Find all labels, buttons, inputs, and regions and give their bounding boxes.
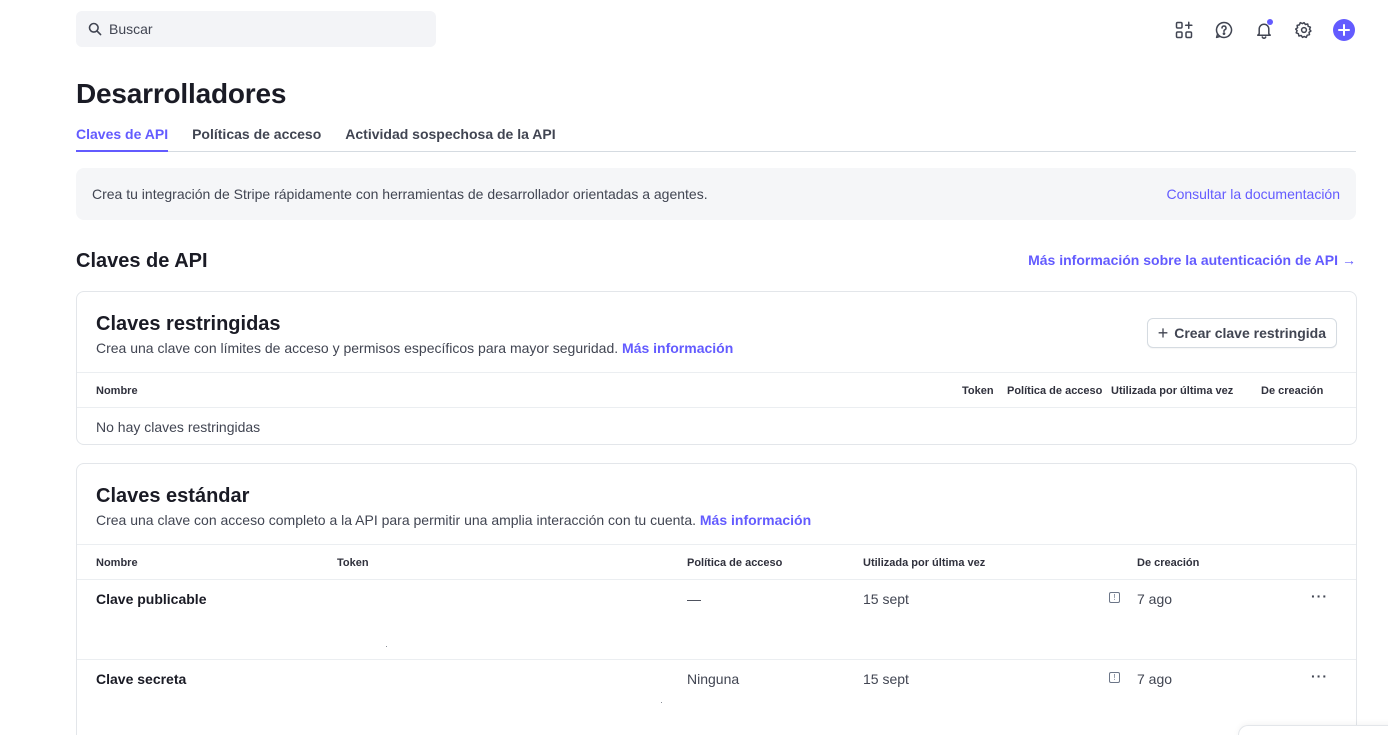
column-header-last-used: Utilizada por última vez — [863, 557, 986, 569]
restricted-table-header: Nombre Token Política de acceso Utilizad… — [77, 372, 1356, 408]
column-header-access-policy: Política de acceso — [1007, 385, 1103, 397]
gear-icon[interactable] — [1292, 18, 1316, 42]
key-name: Clave secreta — [96, 671, 187, 687]
page: Desarrolladores Claves de API Políticas … — [0, 0, 1388, 735]
top-toolbar — [1172, 18, 1356, 42]
token-redaction-mark — [661, 702, 662, 703]
create-restricted-key-label: Crear clave restringida — [1174, 325, 1326, 341]
tab-bar: Claves de API Políticas de acceso Activi… — [76, 124, 1356, 152]
column-header-name: Nombre — [96, 385, 138, 397]
info-icon[interactable]: ! — [1109, 672, 1120, 683]
tab-suspicious-activity[interactable]: Actividad sospechosa de la API — [345, 124, 555, 152]
info-banner: Crea tu integración de Stripe rápidament… — [76, 168, 1356, 220]
column-header-last-used: Utilizada por última vez — [1111, 385, 1234, 397]
column-header-token: Token — [337, 557, 369, 569]
table-row[interactable]: Clave publicable — 15 sept ! 7 ago ··· — [77, 580, 1356, 660]
plus-icon — [1333, 19, 1355, 41]
arrow-right-icon: → — [1342, 252, 1356, 268]
tab-access-policies[interactable]: Políticas de acceso — [192, 124, 321, 152]
row-actions-icon[interactable]: ··· — [1311, 668, 1328, 684]
bell-icon[interactable] — [1252, 18, 1276, 42]
standard-more-info-link[interactable]: Más información — [700, 512, 811, 528]
standard-keys-description: Crea una clave con acceso completo a la … — [96, 512, 1337, 528]
section-title: Claves de API — [76, 250, 208, 272]
apps-add-icon[interactable] — [1172, 18, 1196, 42]
restricted-keys-card: Claves restringidas Crea una clave con l… — [76, 291, 1357, 445]
column-header-created: De creación — [1261, 385, 1324, 397]
standard-keys-description-text: Crea una clave con acceso completo a la … — [96, 512, 696, 528]
key-access-policy: Ninguna — [687, 671, 740, 687]
api-auth-info-label: Más información sobre la autenticación d… — [1028, 252, 1338, 268]
restricted-keys-header: Claves restringidas Crea una clave con l… — [77, 292, 1356, 372]
column-header-created: De creación — [1137, 557, 1200, 569]
key-name: Clave publicable — [96, 591, 207, 607]
key-last-used: 15 sept — [863, 591, 909, 607]
api-auth-info-link[interactable]: Más información sobre la autenticación d… — [1028, 252, 1356, 268]
notification-dot — [1267, 19, 1273, 25]
column-header-token: Token — [962, 385, 994, 397]
column-header-access-policy: Política de acceso — [687, 557, 783, 569]
restricted-more-info-link[interactable]: Más información — [622, 340, 733, 356]
documentation-link[interactable]: Consultar la documentación — [1166, 186, 1340, 202]
plus-icon: + — [1157, 323, 1169, 343]
restricted-keys-description-text: Crea una clave con límites de acceso y p… — [96, 340, 619, 356]
banner-text: Crea tu integración de Stripe rápidament… — [92, 186, 708, 202]
key-created: 7 ago — [1137, 671, 1173, 687]
standard-keys-title: Claves estándar — [96, 485, 250, 507]
key-created: 7 ago — [1137, 591, 1173, 607]
create-button[interactable] — [1332, 18, 1356, 42]
column-header-name: Nombre — [96, 557, 138, 569]
table-row[interactable]: Clave secreta Ninguna 15 sept ! 7 ago ··… — [77, 660, 1356, 735]
standard-keys-card: Claves estándar Crea una clave con acces… — [76, 463, 1357, 735]
standard-table-header: Nombre Token Política de acceso Utilizad… — [77, 544, 1356, 580]
row-actions-icon[interactable]: ··· — [1311, 588, 1328, 604]
page-title: Desarrolladores — [76, 78, 287, 109]
key-access-policy: — — [687, 591, 701, 607]
create-restricted-key-button[interactable]: + Crear clave restringida — [1146, 318, 1337, 348]
floating-panel-edge — [1238, 725, 1388, 735]
standard-keys-header: Claves estándar Crea una clave con acces… — [77, 464, 1356, 544]
info-icon[interactable]: ! — [1109, 592, 1120, 603]
search-bar[interactable] — [76, 11, 436, 47]
search-icon — [88, 22, 102, 36]
tab-api-keys[interactable]: Claves de API — [76, 124, 169, 152]
help-icon[interactable] — [1212, 18, 1236, 42]
restricted-empty-state: No hay claves restringidas — [96, 419, 261, 435]
search-input[interactable] — [109, 21, 409, 37]
token-redaction-mark — [386, 646, 387, 647]
key-last-used: 15 sept — [863, 671, 909, 687]
